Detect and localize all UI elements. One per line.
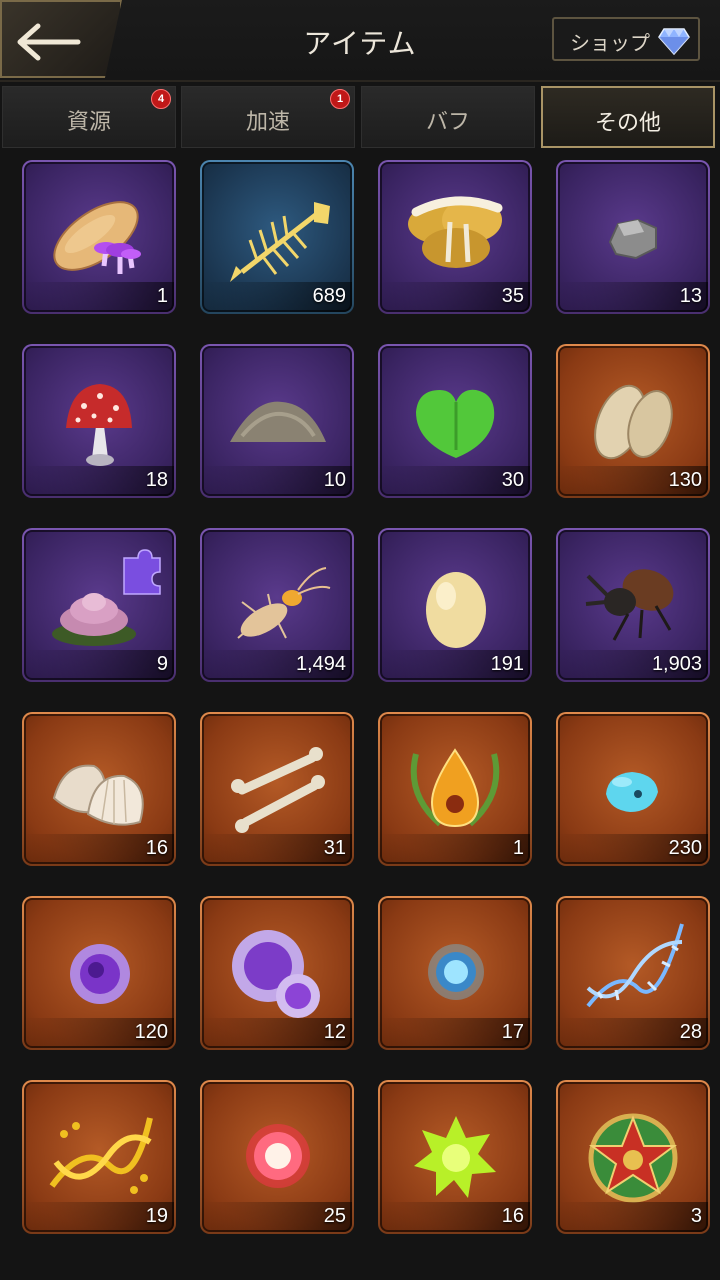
diamond-icon [658,28,690,55]
item-slot[interactable]: 16 [22,712,176,866]
item-slot[interactable]: 1 [22,160,176,314]
tab-speedups[interactable]: 加速 1 [181,86,355,148]
tab-label: 資源 [66,110,111,135]
item-count: 18 [145,469,168,491]
item-count: 13 [679,285,702,307]
item-count: 28 [679,1021,702,1043]
item-slot[interactable]: 1,494 [200,528,354,682]
item-slot[interactable]: 31 [200,712,354,866]
notification-badge: 1 [330,89,350,109]
item-count: 25 [323,1205,346,1227]
item-count: 1 [512,837,524,859]
tab-other[interactable]: その他 [541,86,715,148]
notification-badge: 4 [151,89,171,109]
item-slot[interactable]: 120 [22,896,176,1050]
shop-button[interactable]: ショップ [552,17,700,61]
item-count: 10 [323,469,346,491]
item-count: 16 [501,1205,524,1227]
item-count: 1,494 [295,653,346,675]
item-count: 689 [312,285,346,307]
item-slot[interactable]: 19 [22,1080,176,1234]
item-count: 30 [501,469,524,491]
item-count: 17 [501,1021,524,1043]
item-count: 130 [668,469,702,491]
item-count: 35 [501,285,524,307]
item-slot[interactable]: 16 [378,1080,532,1234]
tab-resources[interactable]: 資源 4 [2,86,176,148]
item-slot[interactable]: 1 [378,712,532,866]
item-slot[interactable]: 25 [200,1080,354,1234]
category-tabs: 資源 4 加速 1 バフ その他 [0,84,720,150]
item-count: 12 [323,1021,346,1043]
shop-label: ショップ [570,31,650,55]
item-slot[interactable]: 191 [378,528,532,682]
tab-buffs[interactable]: バフ [361,86,535,148]
item-slot[interactable]: 18 [22,344,176,498]
item-count: 16 [145,837,168,859]
item-slot[interactable]: 30 [378,344,532,498]
top-bar: アイテム ショップ [0,0,720,82]
item-count: 31 [323,837,346,859]
tab-label: その他 [594,111,661,136]
item-count: 19 [145,1205,168,1227]
item-count: 1 [156,285,168,307]
item-count: 120 [134,1021,168,1043]
item-count: 3 [690,1205,702,1227]
item-slot[interactable]: 9 [22,528,176,682]
item-slot[interactable]: 230 [556,712,710,866]
item-count: 9 [156,653,168,675]
item-slot[interactable]: 3 [556,1080,710,1234]
item-count: 1,903 [651,653,702,675]
item-slot[interactable]: 1,903 [556,528,710,682]
item-slot[interactable]: 10 [200,344,354,498]
item-slot[interactable]: 35 [378,160,532,314]
tab-label: 加速 [245,110,290,135]
item-count: 230 [668,837,702,859]
item-slot[interactable]: 28 [556,896,710,1050]
item-slot[interactable]: 13 [556,160,710,314]
item-slot[interactable]: 12 [200,896,354,1050]
item-count: 191 [490,653,524,675]
item-slot[interactable]: 130 [556,344,710,498]
item-slot[interactable]: 17 [378,896,532,1050]
item-slot[interactable]: 689 [200,160,354,314]
tab-label: バフ [425,110,470,135]
